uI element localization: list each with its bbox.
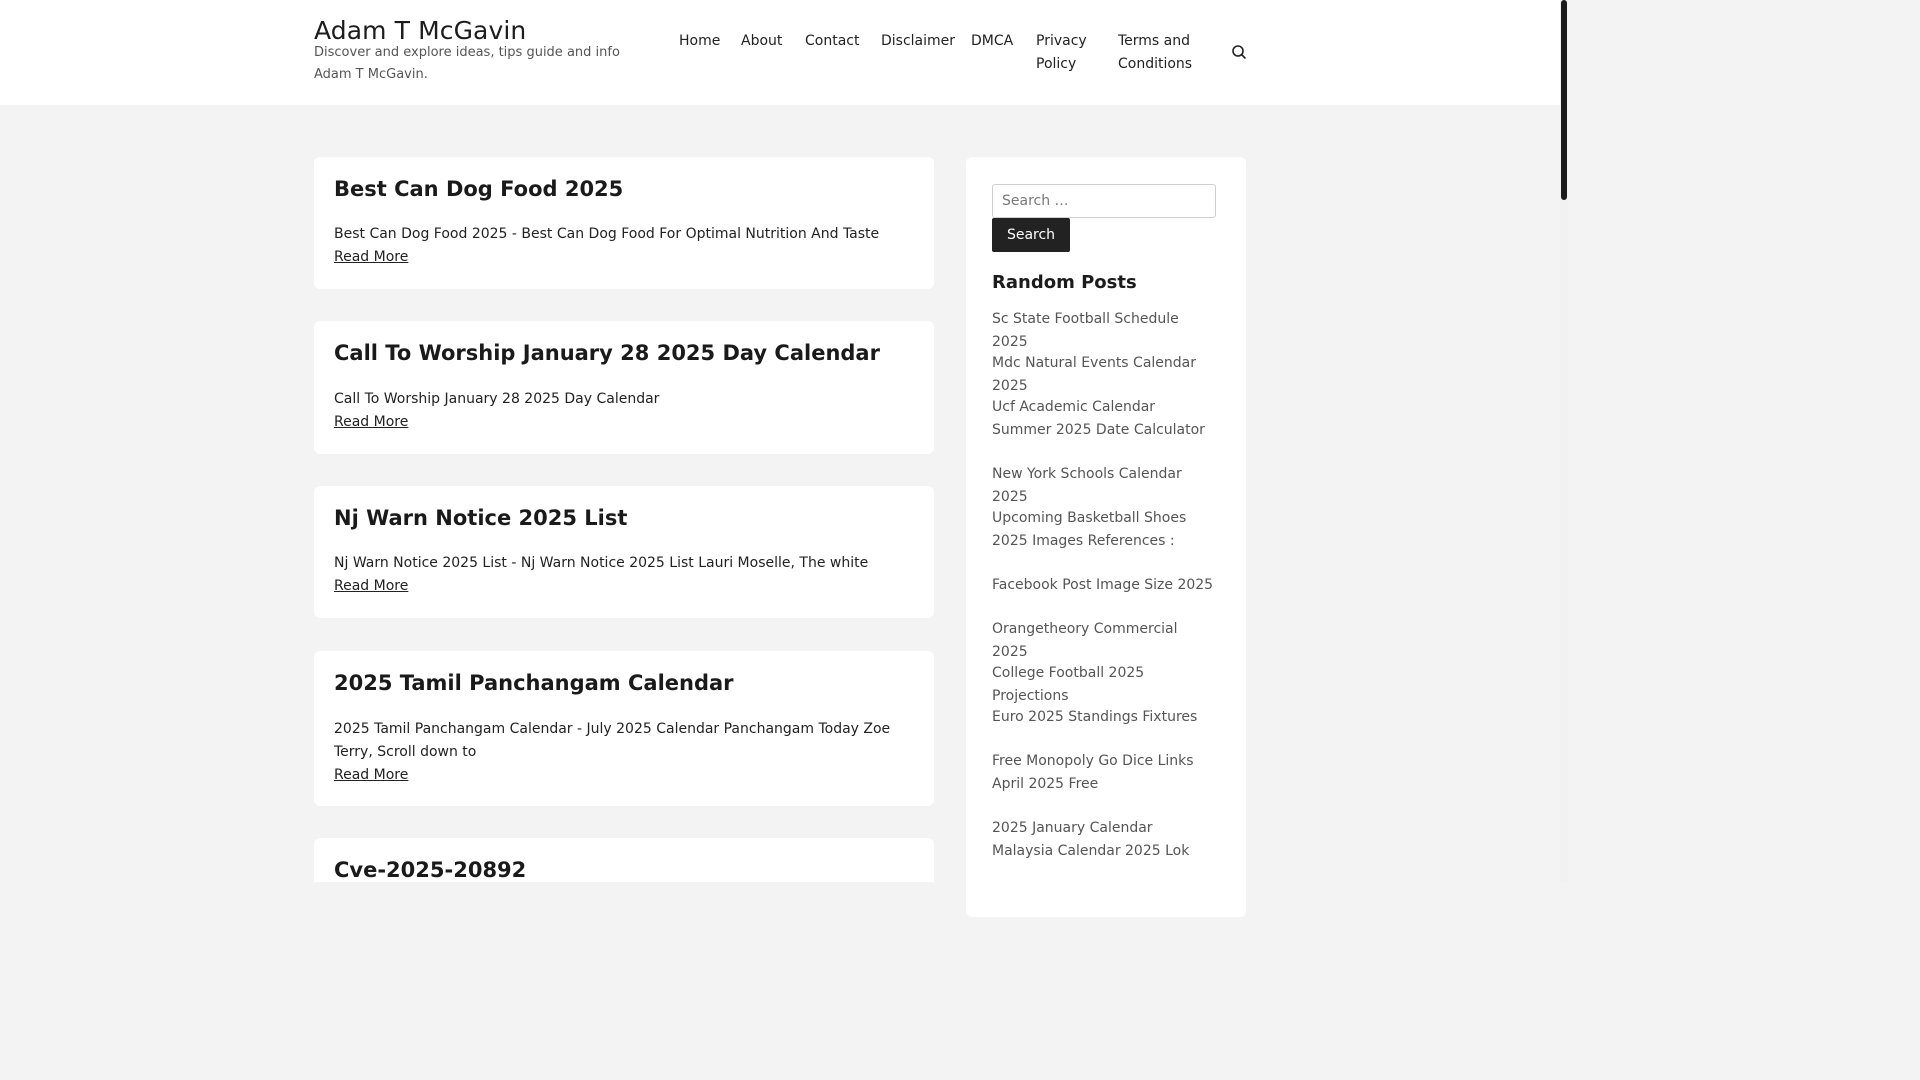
post-title[interactable]: Nj Warn Notice 2025 List	[334, 506, 627, 530]
read-more-link[interactable]: Read More	[334, 411, 408, 434]
post-card: Cve-2025-20892	[314, 838, 934, 882]
search-icon[interactable]	[1229, 42, 1249, 62]
post-excerpt: Nj Warn Notice 2025 List - Nj Warn Notic…	[334, 552, 919, 598]
post-excerpt-text: 2025 Tamil Panchangam Calendar - July 20…	[334, 721, 891, 760]
post-card: Call To Worship January 28 2025 Day Cale…	[314, 321, 934, 454]
random-post-link[interactable]: Sc State Football Schedule 2025	[992, 308, 1217, 354]
post-excerpt: 2025 Tamil Panchangam Calendar - July 20…	[334, 718, 919, 787]
post-card: 2025 Tamil Panchangam Calendar 2025 Tami…	[314, 651, 934, 806]
random-post-link[interactable]: Euro 2025 Standings Fixtures	[992, 706, 1217, 729]
random-post-link[interactable]: Ucf Academic Calendar Summer 2025 Date C…	[992, 396, 1217, 442]
random-post-link[interactable]: 2025 January Calendar Malaysia Calendar …	[992, 817, 1217, 863]
search-button[interactable]: Search	[992, 218, 1070, 252]
site-header: Adam T McGavin Discover and explore idea…	[0, 0, 1560, 105]
site-description: Discover and explore ideas, tips guide a…	[314, 45, 620, 82]
scrollbar-thumb[interactable]	[1561, 0, 1567, 200]
random-post-link[interactable]: Facebook Post Image Size 2025	[992, 574, 1217, 597]
nav-home[interactable]: Home	[679, 30, 720, 53]
post-title[interactable]: 2025 Tamil Panchangam Calendar	[334, 671, 734, 695]
site-title[interactable]: Adam T McGavin	[314, 16, 526, 45]
post-card: Nj Warn Notice 2025 List Nj Warn Notice …	[314, 486, 934, 618]
nav-about[interactable]: About	[741, 30, 782, 53]
post-card: Best Can Dog Food 2025 Best Can Dog Food…	[314, 157, 934, 289]
post-excerpt-text: Best Can Dog Food 2025 - Best Can Dog Fo…	[334, 226, 880, 242]
post-excerpt: Best Can Dog Food 2025 - Best Can Dog Fo…	[334, 223, 919, 269]
post-excerpt: Call To Worship January 28 2025 Day Cale…	[334, 388, 919, 434]
nav-dmca[interactable]: DMCA	[971, 30, 1013, 53]
nav-terms-and-conditions[interactable]: Terms and Conditions	[1118, 30, 1198, 76]
post-title[interactable]: Best Can Dog Food 2025	[334, 177, 623, 201]
nav-contact[interactable]: Contact	[805, 30, 859, 53]
post-title[interactable]: Call To Worship January 28 2025 Day Cale…	[334, 341, 880, 365]
sidebar: Search Random Posts Sc State Football Sc…	[966, 157, 1246, 917]
read-more-link[interactable]: Read More	[334, 246, 408, 269]
random-posts-title: Random Posts	[992, 272, 1137, 293]
post-excerpt-text: Nj Warn Notice 2025 List - Nj Warn Notic…	[334, 555, 869, 571]
random-post-link[interactable]: Upcoming Basketball Shoes 2025 Images Re…	[992, 507, 1217, 553]
random-post-link[interactable]: Free Monopoly Go Dice Links April 2025 F…	[992, 750, 1217, 796]
post-excerpt-text: Call To Worship January 28 2025 Day Cale…	[334, 391, 660, 407]
read-more-link[interactable]: Read More	[334, 764, 408, 787]
read-more-link[interactable]: Read More	[334, 575, 408, 598]
random-post-link[interactable]: Mdc Natural Events Calendar 2025	[992, 352, 1217, 398]
post-title[interactable]: Cve-2025-20892	[334, 858, 526, 882]
nav-privacy-policy[interactable]: Privacy Policy	[1036, 30, 1096, 76]
random-post-link[interactable]: College Football 2025 Projections	[992, 662, 1217, 708]
nav-disclaimer[interactable]: Disclaimer	[881, 30, 955, 53]
search-input[interactable]	[992, 184, 1216, 218]
random-post-link[interactable]: New York Schools Calendar 2025	[992, 463, 1217, 509]
random-post-link[interactable]: Orangetheory Commercial 2025	[992, 618, 1217, 664]
